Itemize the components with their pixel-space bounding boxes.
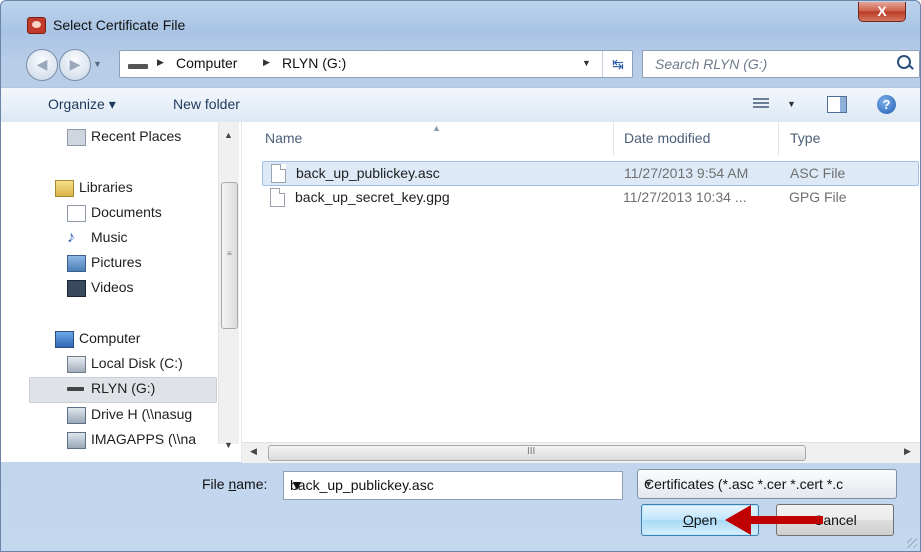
- column-divider[interactable]: [778, 122, 779, 156]
- file-name-dropdown-icon[interactable]: ▼: [290, 477, 615, 493]
- address-bar[interactable]: ▶ Computer ▶ RLYN (G:) ▼ ↹: [119, 50, 633, 78]
- search-icon[interactable]: [897, 55, 911, 69]
- back-arrow-icon: ◀: [36, 56, 48, 72]
- forward-arrow-icon: ▶: [69, 56, 81, 72]
- back-button[interactable]: ◀: [26, 49, 58, 81]
- column-header-type[interactable]: Type: [790, 130, 820, 146]
- usb-drive-icon: [67, 387, 84, 391]
- recent-places-icon: [67, 129, 86, 146]
- change-view-icon[interactable]: [753, 98, 769, 110]
- nav-item-label: Drive H (\\nasug: [91, 406, 193, 422]
- command-bar: Organize ▾ New folder ▼ ?: [1, 87, 920, 123]
- breadcrumb-separator-icon[interactable]: ▶: [263, 57, 270, 68]
- drive-icon: [128, 64, 148, 69]
- h-scroll-thumb[interactable]: III: [268, 445, 806, 461]
- help-icon[interactable]: ?: [877, 95, 896, 114]
- file-list-pane: ▲ Name Date modified Type back_up_public…: [242, 122, 920, 463]
- nav-pane-scrollbar[interactable]: ▲ ≡ ▼: [218, 122, 239, 450]
- navigation-pane: Recent Places Libraries Documents ♪ Musi…: [1, 122, 242, 462]
- pictures-icon: [67, 255, 86, 272]
- filter-dropdown-icon[interactable]: ▼: [644, 479, 872, 489]
- scroll-left-icon[interactable]: ◀: [250, 446, 257, 457]
- column-header-name[interactable]: Name: [265, 130, 302, 146]
- preview-pane-icon[interactable]: [827, 96, 847, 113]
- file-icon: [271, 164, 286, 183]
- resize-grip-icon[interactable]: [907, 538, 917, 548]
- app-icon: [27, 17, 46, 34]
- nav-item-label: Libraries: [79, 179, 133, 195]
- close-button[interactable]: X: [858, 2, 906, 22]
- annotation-arrow-shaft: [747, 516, 823, 524]
- network-drive-icon: [67, 407, 86, 424]
- documents-icon: [67, 205, 86, 222]
- file-icon: [270, 188, 285, 207]
- file-name: back_up_publickey.asc: [296, 165, 440, 181]
- file-type: ASC File: [790, 165, 846, 181]
- title-bar[interactable]: Select Certificate File X: [1, 1, 920, 37]
- file-name-field[interactable]: back_up_publickey.asc ▼: [283, 471, 623, 500]
- nav-item-label: Music: [91, 229, 128, 245]
- nav-item-label: Videos: [91, 279, 134, 295]
- new-folder-button[interactable]: New folder: [173, 96, 240, 112]
- refresh-button[interactable]: ↹: [602, 51, 633, 77]
- file-date: 11/27/2013 9:54 AM: [624, 165, 749, 181]
- nav-item-label: IMAGAPPS (\\na: [91, 431, 197, 447]
- computer-icon: [55, 331, 74, 348]
- content-area: Recent Places Libraries Documents ♪ Musi…: [1, 122, 920, 463]
- search-box[interactable]: Search RLYN (G:): [642, 50, 920, 78]
- file-type-filter[interactable]: Certificates (*.asc *.cer *.cert *.c ▼: [637, 469, 897, 499]
- sort-ascending-icon: ▲: [432, 123, 441, 133]
- file-row[interactable]: back_up_publickey.asc 11/27/2013 9:54 AM…: [262, 161, 919, 186]
- file-name-label: File name:: [202, 476, 268, 492]
- breadcrumb-rlyn[interactable]: RLYN (G:): [282, 55, 346, 71]
- nav-item-label: RLYN (G:): [91, 380, 156, 396]
- local-disk-icon: [67, 356, 86, 373]
- scroll-right-icon[interactable]: ▶: [904, 446, 911, 457]
- nav-item-label: Pictures: [91, 254, 142, 270]
- file-row[interactable]: back_up_secret_key.gpg 11/27/2013 10:34 …: [262, 186, 917, 209]
- file-name: back_up_secret_key.gpg: [295, 189, 450, 205]
- nav-item-label: Local Disk (C:): [91, 355, 183, 371]
- search-input[interactable]: Search RLYN (G:): [655, 56, 767, 72]
- organize-menu[interactable]: Organize ▾: [48, 96, 116, 113]
- libraries-icon: [55, 180, 74, 197]
- videos-icon: [67, 280, 86, 297]
- scroll-up-icon[interactable]: ▲: [224, 130, 233, 140]
- breadcrumb-separator-icon[interactable]: ▶: [157, 57, 164, 68]
- network-drive-icon: [67, 432, 86, 449]
- file-list-hscrollbar[interactable]: ◀ III ▶: [242, 442, 920, 463]
- forward-button[interactable]: ▶: [59, 49, 91, 81]
- window-title: Select Certificate File: [53, 17, 186, 33]
- file-date: 11/27/2013 10:34 ...: [623, 189, 747, 205]
- view-options-dropdown[interactable]: ▼: [787, 99, 796, 109]
- column-divider[interactable]: [613, 122, 614, 156]
- breadcrumb-computer[interactable]: Computer: [176, 55, 237, 71]
- address-dropdown-icon[interactable]: ▼: [582, 58, 591, 68]
- nav-scroll-thumb[interactable]: ≡: [221, 182, 238, 329]
- nav-item-label: Documents: [91, 204, 162, 220]
- annotation-arrow-icon: [725, 505, 751, 535]
- column-header-date-modified[interactable]: Date modified: [624, 130, 710, 146]
- nav-item-label: Computer: [79, 330, 141, 346]
- dialog-window: Select Certificate File X ◀ ▶ ▼ ▶ Comput…: [0, 0, 921, 552]
- nav-item-label: Recent Places: [91, 128, 182, 144]
- recent-locations-dropdown[interactable]: ▼: [93, 59, 102, 69]
- scroll-down-icon[interactable]: ▼: [224, 440, 233, 450]
- file-type: GPG File: [789, 189, 847, 205]
- music-icon: ♪: [67, 229, 75, 246]
